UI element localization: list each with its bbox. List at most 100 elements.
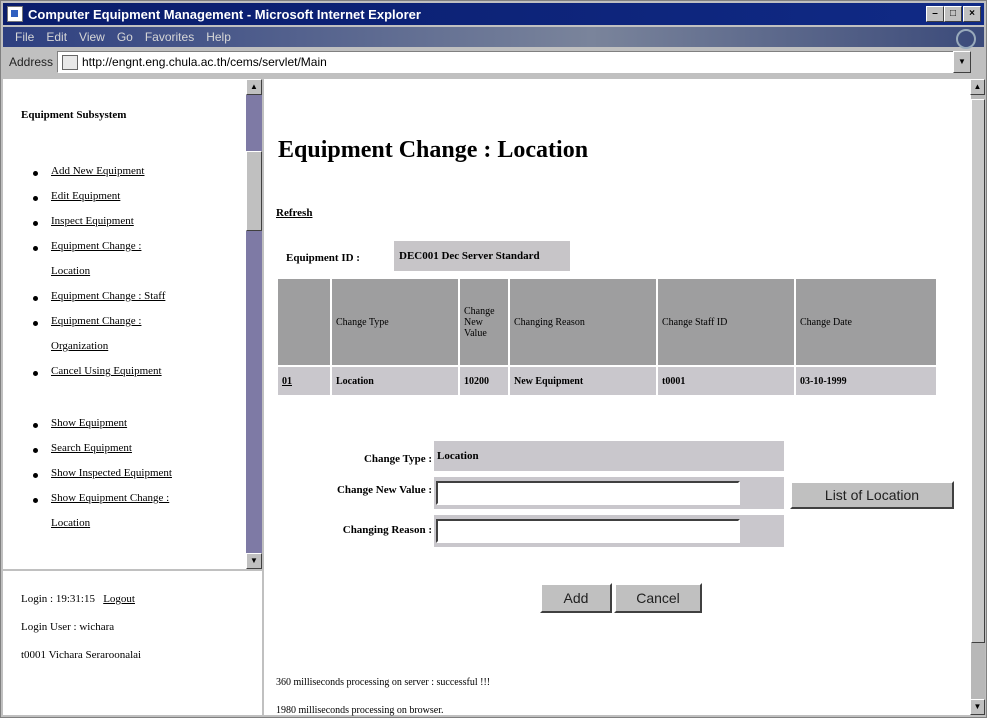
change-type-value: Location [434, 441, 784, 471]
nav-item: Search Equipment [33, 442, 132, 454]
nav-show-equipment[interactable]: Show Equipment [51, 417, 127, 429]
subsystem-title: Equipment Subsystem [21, 109, 127, 121]
nav-show-equipment-change-location[interactable]: Show Equipment Change : [51, 492, 169, 504]
change-history-table: Change Type Change New Value Changing Re… [276, 277, 938, 397]
table-cell: 03-10-1999 [796, 367, 936, 395]
menu-bar: File Edit View Go Favorites Help [3, 27, 984, 49]
address-url[interactable]: http://engnt.eng.chula.ac.th/cems/servle… [82, 55, 327, 69]
nav-item: Show Equipment [33, 417, 127, 429]
main-scrollbar[interactable]: ▲ ▼ [970, 79, 985, 715]
nav-item-continued: Organization [51, 340, 108, 352]
bullet-icon [33, 196, 38, 201]
table-header-row: Change Type Change New Value Changing Re… [278, 279, 936, 365]
page-title: Equipment Change : Location [278, 137, 589, 163]
nav-show-equipment-change-location-cont[interactable]: Location [51, 517, 90, 529]
bullet-icon [33, 448, 38, 453]
nav-inspect-equipment[interactable]: Inspect Equipment [51, 215, 134, 227]
main-scroll-down-icon[interactable]: ▼ [970, 699, 985, 715]
nav-search-equipment[interactable]: Search Equipment [51, 442, 132, 454]
bullet-icon [33, 296, 38, 301]
nav-scroll-thumb[interactable] [246, 151, 262, 231]
address-label: Address [9, 55, 54, 69]
nav-item: Show Inspected Equipment [33, 467, 172, 479]
server-status: 360 milliseconds processing on server : … [276, 677, 491, 688]
login-user: Login User : wichara [21, 621, 115, 633]
table-cell: 10200 [460, 367, 508, 395]
column-header: Change Date [796, 279, 936, 365]
equipment-id-value: DEC001 Dec Server Standard [394, 241, 570, 271]
menu-edit[interactable]: Edit [46, 30, 67, 44]
nav-item: Equipment Change : [33, 240, 141, 252]
nav-edit-equipment[interactable]: Edit Equipment [51, 190, 120, 202]
nav-item-continued: Location [51, 517, 90, 529]
login-time-row: Login : 19:31:15 Logout [21, 593, 135, 605]
bullet-icon [33, 221, 38, 226]
table-cell: Location [332, 367, 458, 395]
nav-item: Edit Equipment [33, 190, 120, 202]
bullet-icon [33, 246, 38, 251]
nav-show-inspected-equipment[interactable]: Show Inspected Equipment [51, 467, 172, 479]
page-icon [62, 55, 78, 70]
menu-go[interactable]: Go [117, 30, 133, 44]
row-number-link[interactable]: 01 [282, 376, 292, 387]
column-header [278, 279, 330, 365]
main-scroll-thumb[interactable] [971, 99, 985, 643]
refresh-link[interactable]: Refresh [276, 207, 312, 219]
column-header: Changing Reason [510, 279, 656, 365]
main-frame: Equipment Change : Location Refresh Equi… [264, 79, 971, 716]
navigation-frame: Equipment Subsystem Add New Equipment Ed… [3, 79, 248, 569]
bullet-icon [33, 423, 38, 428]
table-cell[interactable]: 01 [278, 367, 330, 395]
nav-item: Inspect Equipment [33, 215, 134, 227]
menu-view[interactable]: View [79, 30, 105, 44]
browser-window: Computer Equipment Management - Microsof… [0, 0, 987, 718]
menu-help[interactable]: Help [206, 30, 231, 44]
nav-item-continued: Location [51, 265, 90, 277]
scroll-down-icon[interactable]: ▼ [246, 553, 262, 569]
nav-equipment-change-organization[interactable]: Equipment Change : [51, 315, 141, 327]
nav-add-new-equipment[interactable]: Add New Equipment [51, 165, 144, 177]
nav-item: Show Equipment Change : [33, 492, 169, 504]
new-value-input[interactable] [436, 481, 740, 505]
main-scroll-up-icon[interactable]: ▲ [970, 79, 985, 95]
logout-link[interactable]: Logout [103, 593, 135, 605]
scroll-up-icon[interactable]: ▲ [246, 79, 262, 95]
nav-equipment-change-organization-cont[interactable]: Organization [51, 340, 108, 352]
nav-item: Equipment Change : [33, 315, 141, 327]
window-title: Computer Equipment Management - Microsof… [28, 6, 421, 22]
menu-favorites[interactable]: Favorites [145, 30, 194, 44]
column-header: Change Staff ID [658, 279, 794, 365]
nav-item: Equipment Change : Staff [33, 290, 165, 302]
new-value-label: Change New Value : [336, 484, 432, 496]
column-header: Change Type [332, 279, 458, 365]
table-cell: New Equipment [510, 367, 656, 395]
address-dropdown-icon[interactable]: ▼ [953, 51, 971, 73]
column-header: Change New Value [460, 279, 508, 365]
window-app-icon [7, 6, 23, 22]
address-input[interactable]: http://engnt.eng.chula.ac.th/cems/servle… [57, 51, 971, 73]
reason-label: Changing Reason : [342, 524, 432, 536]
maximize-icon[interactable]: □ [944, 6, 962, 22]
nav-item: Cancel Using Equipment [33, 365, 162, 377]
menu-file[interactable]: File [15, 30, 34, 44]
add-button[interactable]: Add [540, 583, 612, 613]
nav-equipment-change-location[interactable]: Equipment Change : [51, 240, 141, 252]
minimize-icon[interactable]: – [926, 6, 944, 22]
reason-input[interactable] [436, 519, 740, 543]
nav-cancel-using-equipment[interactable]: Cancel Using Equipment [51, 365, 162, 377]
equipment-id-label: Equipment ID : [286, 252, 360, 264]
nav-equipment-change-location-cont[interactable]: Location [51, 265, 90, 277]
cancel-button[interactable]: Cancel [614, 583, 702, 613]
change-type-label: Change Type : [363, 453, 432, 465]
nav-equipment-change-staff[interactable]: Equipment Change : Staff [51, 290, 165, 302]
nav-scrollbar[interactable]: ▲ ▼ [246, 79, 262, 569]
title-bar: Computer Equipment Management - Microsof… [3, 3, 984, 25]
bullet-icon [33, 371, 38, 376]
login-time: Login : 19:31:15 [21, 593, 95, 605]
bullet-icon [33, 473, 38, 478]
bullet-icon [33, 498, 38, 503]
login-staff: t0001 Vichara Seraroonalai [21, 649, 142, 661]
browser-status: 1980 milliseconds processing on browser. [276, 705, 444, 716]
close-icon[interactable]: × [963, 6, 981, 22]
list-of-location-button[interactable]: List of Location [790, 481, 954, 509]
